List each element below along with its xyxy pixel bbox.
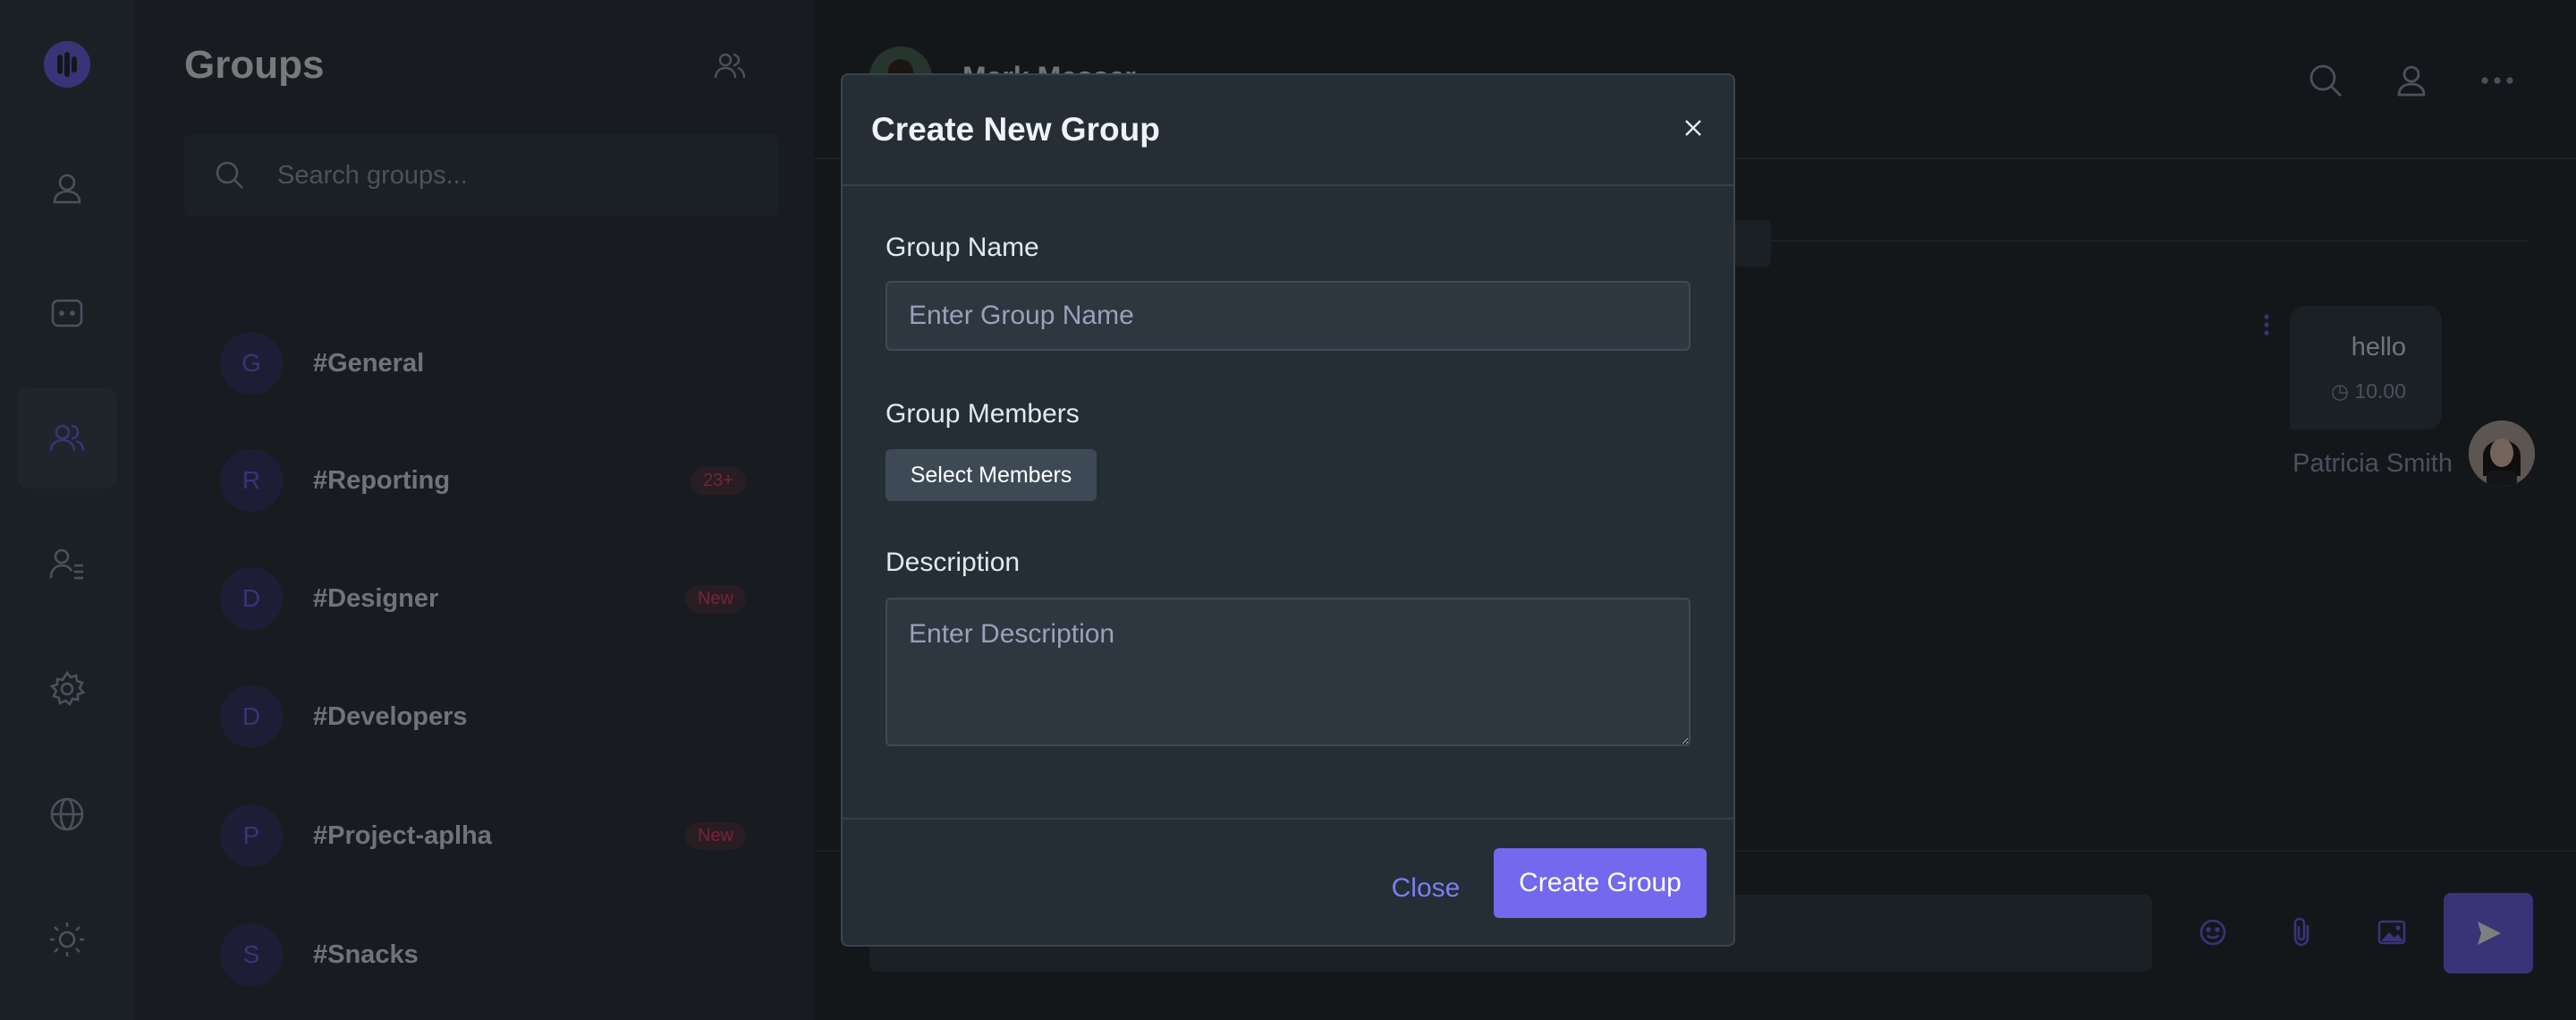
- close-button[interactable]: Close: [1379, 863, 1472, 914]
- group-name-label: Group Name: [886, 233, 1039, 262]
- create-group-modal: Create New Group Group Name Group Member…: [841, 73, 1735, 947]
- description-label: Description: [886, 548, 1021, 577]
- description-textarea[interactable]: [886, 598, 1690, 746]
- group-name-input[interactable]: [886, 281, 1690, 351]
- modal-footer-divider: [843, 818, 1733, 820]
- create-group-button[interactable]: Create Group: [1494, 848, 1707, 918]
- modal-header-divider: [843, 184, 1733, 186]
- modal-title: Create New Group: [871, 111, 1160, 148]
- select-members-button[interactable]: Select Members: [886, 449, 1097, 501]
- modal-close-button[interactable]: [1680, 115, 1707, 141]
- close-icon: [1685, 120, 1701, 136]
- group-members-label: Group Members: [886, 399, 1080, 429]
